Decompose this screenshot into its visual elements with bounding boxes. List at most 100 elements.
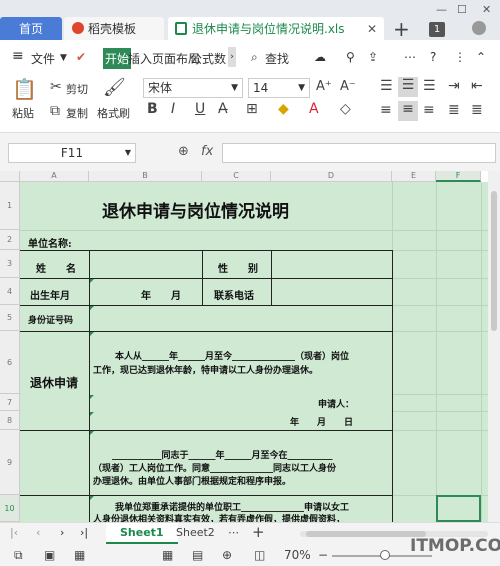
copy-icon[interactable]: ⧉ <box>50 103 60 119</box>
font-name-select[interactable]: 宋体 ▼ <box>143 78 243 98</box>
reading-mode-icon[interactable]: ◫ <box>254 548 265 562</box>
sheet-more-icon[interactable]: ⋯ <box>228 526 239 539</box>
align-left-icon[interactable]: ≡ <box>380 102 392 118</box>
paste-button[interactable]: 粘贴 <box>12 105 34 121</box>
clear-format-icon[interactable]: ◇ <box>340 101 351 117</box>
menu-file[interactable]: 文件 <box>31 50 55 67</box>
menu-scroll-right-icon[interactable]: › <box>228 47 236 67</box>
row-header[interactable]: 8 <box>0 411 20 430</box>
more-icon[interactable]: ⋯ <box>404 50 416 64</box>
cloud-icon[interactable]: ☁ <box>314 50 326 64</box>
menu-formula[interactable]: 公式 <box>190 50 214 67</box>
minimize-icon[interactable]: — <box>436 3 447 16</box>
menu-search[interactable]: 查找 <box>265 50 289 67</box>
align-top-icon[interactable]: ☰ <box>380 78 393 94</box>
first-sheet-icon[interactable]: |‹ <box>10 526 18 539</box>
align-middle-icon[interactable]: ☰ <box>398 77 418 97</box>
tab-daoke-templates[interactable]: 稻壳模板 <box>64 17 164 40</box>
chevron-down-icon[interactable]: ▼ <box>60 53 67 63</box>
column-header-c[interactable]: C <box>202 171 271 182</box>
window-count-badge[interactable]: 1 <box>429 22 445 37</box>
add-sheet-icon[interactable]: + <box>252 523 265 541</box>
row-header[interactable]: 9 <box>0 430 20 495</box>
fx-button[interactable]: fx <box>201 144 213 159</box>
corner-select-all[interactable] <box>0 171 20 182</box>
increase-font-icon[interactable]: A⁺ <box>316 79 332 94</box>
zoom-out-icon[interactable]: − <box>318 548 328 562</box>
menu-start[interactable]: 开始 <box>103 48 132 69</box>
tab-home[interactable]: 首页 <box>0 17 62 40</box>
help-icon[interactable]: ? <box>430 50 436 64</box>
page-break-view-icon[interactable]: ▤ <box>192 548 203 562</box>
format-painter-icon[interactable]: 🖌 <box>103 77 126 98</box>
sheet-tab-sheet1[interactable]: Sheet1 <box>106 523 178 544</box>
share-icon[interactable]: ⚲ <box>346 50 355 64</box>
zoom-value[interactable]: 70% <box>284 548 311 562</box>
borders-icon[interactable]: ⊞ <box>246 101 258 117</box>
quick-access-icon[interactable]: ✔ <box>76 50 86 64</box>
fill-color-icon[interactable]: ◆ <box>278 101 289 117</box>
underline-button[interactable]: U <box>195 101 205 117</box>
align-right-icon[interactable]: ≡ <box>423 102 435 118</box>
normal-view-icon[interactable]: ▦ <box>162 548 173 562</box>
font-size-select[interactable]: 14 ▼ <box>248 78 310 98</box>
column-header-d[interactable]: D <box>271 171 392 182</box>
bold-button[interactable]: B <box>147 101 158 117</box>
distributed-icon[interactable]: ≣ <box>471 102 483 118</box>
row-header[interactable]: 7 <box>0 394 20 411</box>
column-header-f[interactable]: F <box>436 171 481 182</box>
collapse-ribbon-icon[interactable]: ⌃ <box>476 50 486 64</box>
italic-button[interactable]: I <box>171 101 175 117</box>
last-sheet-icon[interactable]: ›| <box>80 526 88 539</box>
page-layout-view-icon[interactable]: ⊕ <box>222 548 232 562</box>
justify-icon[interactable]: ≣ <box>448 102 460 118</box>
column-header-a[interactable]: A <box>20 171 89 182</box>
menu-data[interactable]: 数 <box>214 50 226 67</box>
copy-button[interactable]: 复制 <box>66 105 88 121</box>
zoom-search-icon[interactable]: ⊕ <box>178 144 189 159</box>
close-window-icon[interactable]: ✕ <box>482 3 491 16</box>
align-bottom-icon[interactable]: ☰ <box>423 78 436 94</box>
maximize-icon[interactable]: ☐ <box>457 3 467 16</box>
cell-mode-icon[interactable]: ▦ <box>74 548 85 562</box>
row-header[interactable]: 2 <box>0 230 20 250</box>
paste-icon[interactable]: 📋 <box>12 77 37 101</box>
document-icon[interactable]: ▣ <box>44 548 55 562</box>
row-header[interactable]: 6 <box>0 331 20 394</box>
formula-input[interactable] <box>222 143 496 163</box>
outdent-icon[interactable]: ⇤ <box>471 78 483 94</box>
active-cell-f11[interactable] <box>436 495 481 522</box>
search-icon[interactable]: ⌕ <box>251 50 258 65</box>
zoom-slider-handle[interactable] <box>380 550 390 560</box>
export-icon[interactable]: ⇪ <box>368 50 378 64</box>
scissors-icon[interactable]: ✂ <box>50 79 62 95</box>
align-center-icon[interactable]: ≡ <box>398 101 418 121</box>
row-header[interactable]: 3 <box>0 250 20 278</box>
new-tab-plus-icon[interactable]: + <box>393 17 410 41</box>
prev-sheet-icon[interactable]: ‹ <box>36 526 40 539</box>
horizontal-scroll-thumb[interactable] <box>306 531 426 537</box>
cut-button[interactable]: 剪切 <box>66 81 88 97</box>
row-header[interactable]: 4 <box>0 278 20 305</box>
row-header[interactable]: 5 <box>0 305 20 331</box>
vertical-scrollbar[interactable] <box>488 171 500 522</box>
pin-icon[interactable]: ⋮ <box>454 50 466 64</box>
format-painter-button[interactable]: 格式刷 <box>97 105 130 121</box>
hamburger-menu-icon[interactable]: ≡ <box>12 48 24 64</box>
font-color-icon[interactable]: A <box>309 101 319 117</box>
vertical-scroll-thumb[interactable] <box>491 191 497 331</box>
user-avatar[interactable] <box>472 21 486 35</box>
next-sheet-icon[interactable]: › <box>60 526 64 539</box>
menu-insert[interactable]: 插入 <box>128 50 152 67</box>
name-box[interactable]: F11 ▼ <box>8 143 136 163</box>
column-header-e[interactable]: E <box>392 171 436 182</box>
strikethrough-icon[interactable]: A̶ <box>218 101 228 117</box>
close-tab-icon[interactable]: ✕ <box>367 22 377 36</box>
row-header-active[interactable]: 10 <box>0 495 20 522</box>
row-header[interactable]: 1 <box>0 182 20 230</box>
decrease-font-icon[interactable]: A⁻ <box>340 79 356 94</box>
macro-icon[interactable]: ⧉ <box>14 548 23 563</box>
column-header-b[interactable]: B <box>89 171 202 182</box>
spreadsheet-grid[interactable]: A B C D E F 1 2 3 4 5 6 7 8 9 10 退休申请与岗位… <box>0 171 488 522</box>
indent-icon[interactable]: ⇥ <box>448 78 460 94</box>
